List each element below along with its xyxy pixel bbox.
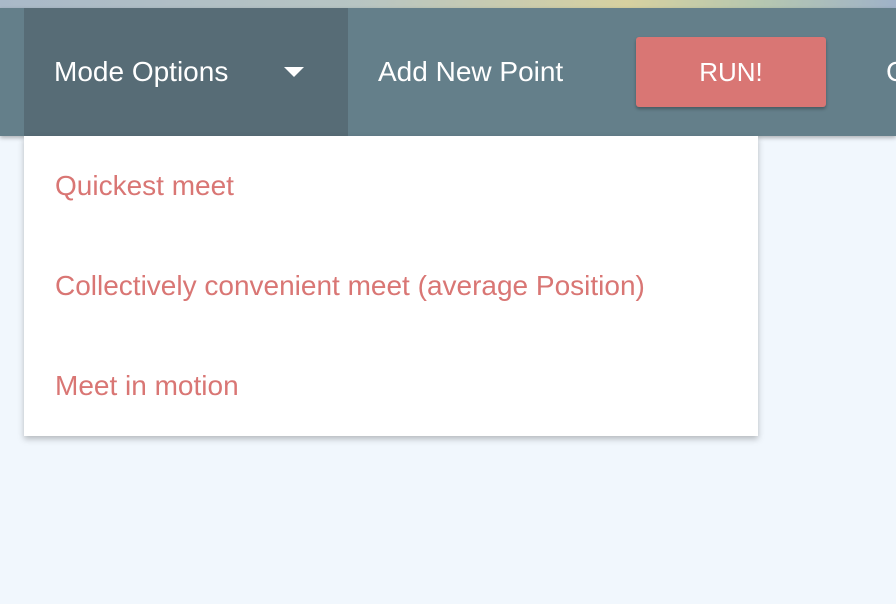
caret-down-icon [284,67,304,77]
dropdown-item-quickest-meet[interactable]: Quickest meet [24,136,758,236]
mode-options-menu[interactable]: Mode Options [24,8,348,136]
mode-options-label: Mode Options [54,56,229,87]
run-button[interactable]: RUN! [636,37,826,107]
navbar: Mode Options Add New Point RUN! C [0,8,896,136]
mode-options-dropdown: Quickest meet Collectively convenient me… [24,136,758,436]
header-image-strip [0,0,896,8]
dropdown-item-meet-in-motion[interactable]: Meet in motion [24,336,758,436]
add-new-point-link[interactable]: Add New Point [378,8,563,136]
nav-item-partial[interactable]: C [886,8,896,136]
dropdown-item-collectively-convenient-meet[interactable]: Collectively convenient meet (average Po… [24,236,758,336]
